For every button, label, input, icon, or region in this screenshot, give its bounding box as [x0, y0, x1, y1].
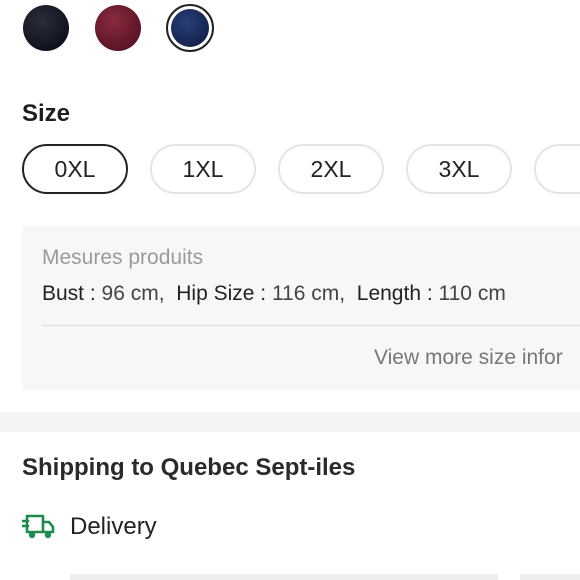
swatch-navy[interactable] [166, 4, 214, 52]
measurements-values: Bust : 96 cm, Hip Size : 116 cm, Length … [42, 282, 506, 306]
swatch-navy-fill [171, 9, 209, 47]
color-swatches [22, 4, 214, 52]
truck-icon [21, 512, 56, 542]
hip-label: Hip Size : [176, 282, 272, 305]
shipping-title: Shipping to Quebec Sept-iles [22, 454, 356, 481]
size-option-1xl[interactable]: 1XL [150, 144, 256, 194]
swatch-burgundy[interactable] [94, 4, 142, 52]
measurements-divider [42, 325, 580, 326]
bottom-placeholder-bar-right [520, 574, 580, 580]
section-separator [0, 412, 580, 432]
swatch-burgundy-fill [95, 5, 141, 51]
length-label: Length : [356, 282, 439, 305]
delivery-option[interactable]: Delivery [21, 512, 157, 542]
swatch-black[interactable] [22, 4, 70, 52]
size-title: Size [22, 100, 71, 127]
size-options: 0XL 1XL 2XL 3XL [22, 144, 580, 194]
delivery-label: Delivery [70, 513, 157, 540]
view-more-size-info-link[interactable]: View more size infor [374, 346, 563, 370]
size-option-2xl[interactable]: 2XL [278, 144, 384, 194]
size-option-3xl[interactable]: 3XL [406, 144, 512, 194]
bottom-placeholder-bar [70, 574, 498, 580]
size-measurements-panel: Mesures produits Bust : 96 cm, Hip Size … [22, 226, 580, 390]
measurements-title: Mesures produits [42, 246, 204, 269]
hip-value: 116 cm, [271, 282, 346, 305]
swatch-black-fill [23, 5, 69, 51]
size-option-0xl[interactable]: 0XL [22, 144, 128, 194]
bust-label: Bust : [42, 282, 102, 305]
size-option-partial[interactable] [534, 144, 580, 194]
product-options-page: Size 0XL 1XL 2XL 3XL Mesures produits Bu… [0, 0, 580, 580]
bust-value: 96 cm, [101, 282, 165, 305]
length-value: 110 cm [438, 282, 506, 305]
